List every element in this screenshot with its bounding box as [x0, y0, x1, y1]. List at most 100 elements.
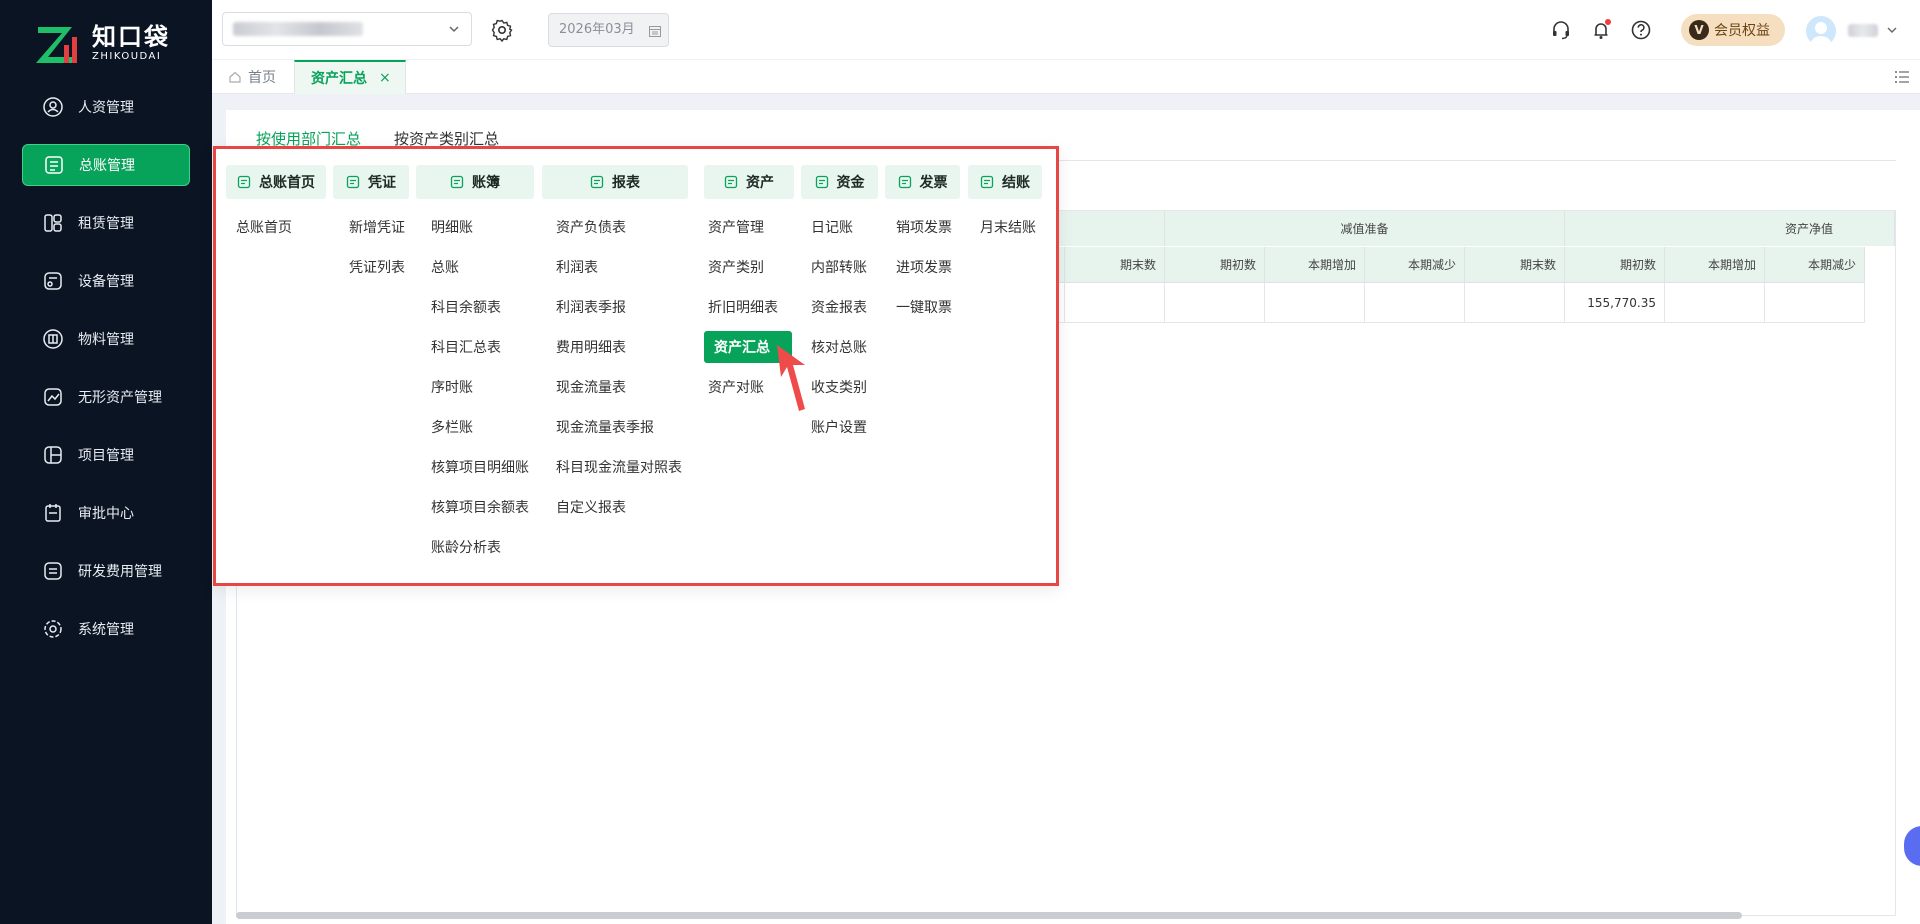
sidebar-item[interactable]: 租赁管理: [22, 202, 190, 244]
table-col-header: 期初数: [1165, 247, 1265, 283]
menu-item[interactable]: 进项发票: [896, 251, 952, 283]
menu-item[interactable]: 序时账: [431, 371, 473, 403]
fund-icon: [815, 175, 828, 189]
sidebar-item[interactable]: 人资管理: [22, 86, 190, 128]
table-cell: [1365, 283, 1465, 323]
menu-item[interactable]: 收支类别: [811, 371, 867, 403]
menu-item[interactable]: 折旧明细表: [708, 291, 778, 323]
notification-dot: [1605, 19, 1611, 25]
menu-item[interactable]: 利润表: [556, 251, 598, 283]
notification-bell[interactable]: [1590, 19, 1612, 41]
menu-item[interactable]: 内部转账: [811, 251, 867, 283]
menu-column-title: 账簿: [472, 175, 500, 191]
menu-column-title: 总账首页: [259, 175, 315, 191]
menu-item[interactable]: 现金流量表: [556, 371, 626, 403]
menu-item[interactable]: 核算项目明细账: [431, 451, 529, 483]
menu-item[interactable]: 一键取票: [896, 291, 952, 323]
sidebar-item[interactable]: 项目管理: [22, 434, 190, 476]
lease-icon: [42, 212, 64, 234]
menu-column-header[interactable]: 报表: [542, 165, 688, 199]
headset-icon[interactable]: [1550, 19, 1572, 41]
menu-item[interactable]: 销项发票: [896, 211, 952, 243]
menu-item[interactable]: 利润表季报: [556, 291, 626, 323]
company-select[interactable]: [222, 12, 472, 46]
home-icon: [229, 71, 241, 83]
menu-column-title: 资产: [746, 175, 774, 191]
menu-item[interactable]: 费用明细表: [556, 331, 626, 363]
approval-icon: [42, 502, 64, 524]
sidebar-item-label: 租赁管理: [78, 216, 134, 232]
sidebar-item[interactable]: 研发费用管理: [22, 550, 190, 592]
sidebar-item-label: 系统管理: [78, 622, 134, 638]
logo-mark-icon: [34, 21, 82, 65]
close-icon[interactable]: ×: [379, 70, 391, 86]
menu-item[interactable]: 科目汇总表: [431, 331, 501, 363]
avatar[interactable]: [1806, 16, 1836, 46]
menu-item[interactable]: 凭证列表: [349, 251, 405, 283]
menu-item[interactable]: 日记账: [811, 211, 853, 243]
menu-item[interactable]: 账龄分析表: [431, 531, 501, 563]
tab-asset-summary[interactable]: 资产汇总 ×: [294, 60, 406, 94]
table-cell: [1665, 283, 1765, 323]
table-col-header: 本期减少: [1765, 247, 1865, 283]
sidebar-item[interactable]: 总账管理: [22, 144, 190, 186]
table-col-header: 本期减少: [1365, 247, 1465, 283]
device-icon: [42, 270, 64, 292]
logo-text-en: ZHIKOUDAI: [92, 51, 162, 62]
menu-column-header[interactable]: 发票: [885, 165, 960, 199]
voucher-icon: [346, 175, 360, 189]
horizontal-scrollbar[interactable]: [236, 912, 1742, 919]
table-col-header: 期末数: [1065, 247, 1165, 283]
table-cell: [1165, 283, 1265, 323]
menu-column-header[interactable]: 总账首页: [226, 165, 326, 199]
logo: 知口袋 ZHIKOUDAI: [34, 20, 170, 66]
menu-item[interactable]: 自定义报表: [556, 491, 626, 523]
menu-column-header[interactable]: 凭证: [333, 165, 409, 199]
period-picker[interactable]: 2026年03月: [548, 13, 669, 47]
help-icon[interactable]: [1630, 19, 1652, 41]
menu-column-header[interactable]: 资金: [801, 165, 878, 199]
menu-column-header[interactable]: 结账: [968, 165, 1042, 199]
menu-item[interactable]: 资产类别: [708, 251, 764, 283]
menu-item[interactable]: 新增凭证: [349, 211, 405, 243]
sidebar-item[interactable]: 系统管理: [22, 608, 190, 650]
gear-icon[interactable]: [490, 18, 514, 42]
menu-column-header[interactable]: 资产: [704, 165, 794, 199]
menu-item[interactable]: 明细账: [431, 211, 473, 243]
menu-item[interactable]: 月末结账: [980, 211, 1036, 243]
menu-item[interactable]: 资产负债表: [556, 211, 626, 243]
user-name-redacted[interactable]: [1848, 24, 1878, 37]
menu-column-header[interactable]: 账簿: [416, 165, 534, 199]
sidebar-item[interactable]: 设备管理: [22, 260, 190, 302]
menu-item[interactable]: 账户设置: [811, 411, 867, 443]
menu-item[interactable]: 科目现金流量对照表: [556, 451, 682, 483]
menu-item[interactable]: 现金流量表季报: [556, 411, 654, 443]
menu-item[interactable]: 科目余额表: [431, 291, 501, 323]
menu-item[interactable]: 资金报表: [811, 291, 867, 323]
tab-home[interactable]: 首页: [228, 60, 276, 94]
company-name-redacted: [233, 22, 363, 36]
menu-item[interactable]: 核算项目余额表: [431, 491, 529, 523]
menu-item[interactable]: 总账首页: [236, 211, 292, 243]
sidebar-item[interactable]: 无形资产管理: [22, 376, 190, 418]
list-icon[interactable]: [1894, 69, 1910, 85]
home-ledger-icon: [237, 175, 251, 189]
table-col-header: 期初数: [1565, 247, 1665, 283]
menu-column-title: 结账: [1002, 175, 1030, 191]
table-col-header: 本期增加: [1265, 247, 1365, 283]
pointer-arrow-icon: [777, 345, 805, 411]
chevron-down-icon[interactable]: [1886, 24, 1898, 36]
logo-text-cn: 知口袋: [92, 23, 170, 51]
menu-item[interactable]: 多栏账: [431, 411, 473, 443]
menu-item[interactable]: 资产对账: [708, 371, 764, 403]
menu-column-title: 凭证: [368, 175, 396, 191]
menu-item[interactable]: 资产管理: [708, 211, 764, 243]
vip-benefits-button[interactable]: V 会员权益: [1681, 14, 1785, 46]
book-icon: [450, 175, 464, 189]
period-value: 2026年03月: [559, 22, 635, 37]
sidebar-item[interactable]: 审批中心: [22, 492, 190, 534]
menu-item[interactable]: 总账: [431, 251, 459, 283]
ledger-icon: [43, 154, 65, 176]
sidebar-item[interactable]: 物料管理: [22, 318, 190, 360]
menu-item[interactable]: 核对总账: [811, 331, 867, 363]
